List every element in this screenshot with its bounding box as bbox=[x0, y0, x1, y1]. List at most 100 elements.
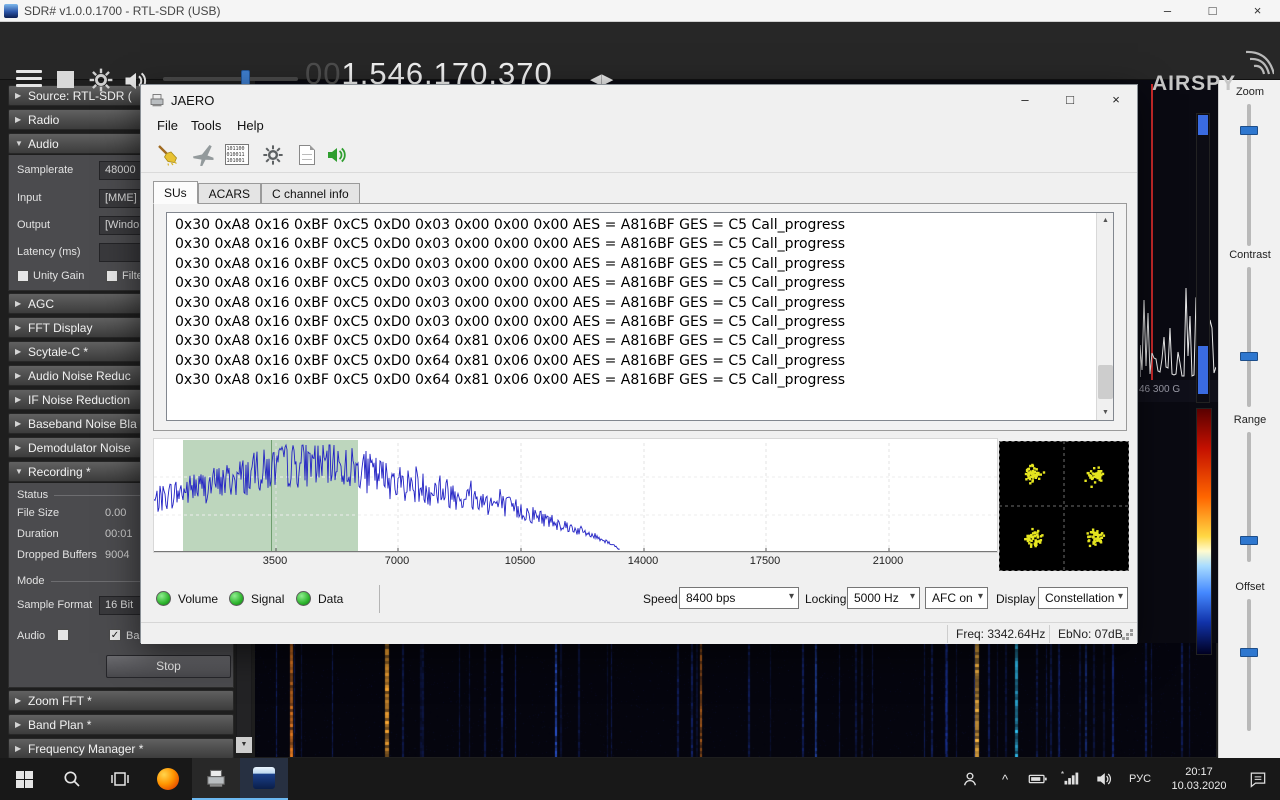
scroll-up-icon[interactable]: ▲ bbox=[1097, 213, 1114, 228]
people-icon bbox=[960, 769, 980, 789]
audio-checkbox[interactable] bbox=[57, 629, 69, 641]
audio-output-button[interactable] bbox=[323, 141, 350, 168]
people-tray-button[interactable] bbox=[952, 758, 988, 800]
speed-select[interactable]: 8400 bps ▾ bbox=[679, 587, 799, 609]
action-center-button[interactable] bbox=[1238, 758, 1278, 800]
axis-tick-label: 7000 bbox=[372, 555, 422, 567]
zoom-slider-thumb[interactable] bbox=[1240, 126, 1258, 135]
display-value: Constellation bbox=[1045, 591, 1114, 605]
unity-gain-checkbox[interactable] bbox=[17, 270, 29, 282]
menu-icon[interactable] bbox=[16, 66, 42, 91]
panel-label: IF Noise Reduction bbox=[28, 393, 130, 407]
spectrum-zoom-bar[interactable] bbox=[1196, 113, 1210, 403]
menu-help[interactable]: Help bbox=[229, 115, 272, 137]
firefox-taskbar-button[interactable] bbox=[144, 758, 192, 800]
scroll-down-icon[interactable]: ▼ bbox=[1097, 405, 1114, 420]
battery-tray-button[interactable] bbox=[1024, 758, 1052, 800]
panel-frequency-manager[interactable]: ▶Frequency Manager * bbox=[8, 738, 234, 759]
jaero-taskbar-button[interactable] bbox=[192, 758, 240, 800]
log-scrollbar-thumb[interactable] bbox=[1098, 365, 1113, 399]
minimize-icon[interactable]: – bbox=[1145, 0, 1190, 21]
log-scrollbar[interactable]: ▲ ▼ bbox=[1096, 213, 1113, 420]
signal-led-label: Signal bbox=[251, 592, 284, 606]
menu-file[interactable]: File bbox=[149, 115, 186, 137]
resize-grip[interactable] bbox=[1130, 637, 1133, 640]
panel-label: Baseband Noise Bla bbox=[28, 417, 137, 431]
contrast-slider[interactable] bbox=[1247, 267, 1251, 407]
tab-acars[interactable]: ACARS bbox=[198, 183, 261, 204]
offset-slider-thumb[interactable] bbox=[1240, 648, 1258, 657]
settings-button[interactable] bbox=[88, 67, 114, 98]
clock-tray[interactable]: 20:17 10.03.2020 bbox=[1160, 758, 1238, 800]
tray-chevron-button[interactable]: ^ bbox=[992, 758, 1018, 800]
panel-band-plan[interactable]: ▶Band Plan * bbox=[8, 714, 234, 735]
chevron-up-icon: ^ bbox=[1002, 772, 1008, 787]
network-tray-button[interactable]: * bbox=[1056, 758, 1084, 800]
close-icon[interactable]: × bbox=[1235, 0, 1280, 21]
contrast-slider-label: Contrast bbox=[1219, 249, 1280, 261]
planes-window-button[interactable] bbox=[189, 141, 216, 168]
desktop: SDR# v1.0.0.1700 - RTL-SDR (USB) – □ × bbox=[0, 0, 1280, 800]
log-line: 0x30 0xA8 0x16 0xBF 0xC5 0xD0 0x03 0x00 … bbox=[175, 256, 1105, 275]
su-log-textarea[interactable]: 0x30 0xA8 0x16 0xBF 0xC5 0xD0 0x03 0x00 … bbox=[166, 212, 1114, 421]
axis-tick-label: 21000 bbox=[863, 555, 913, 567]
contrast-slider-thumb[interactable] bbox=[1240, 352, 1258, 361]
maximize-icon[interactable]: □ bbox=[1190, 0, 1235, 21]
start-button[interactable] bbox=[0, 758, 48, 800]
log-to-file-button[interactable] bbox=[293, 141, 320, 168]
locking-select[interactable]: 5000 Hz ▾ bbox=[847, 587, 920, 609]
stop-button[interactable] bbox=[57, 71, 74, 88]
volume-slider[interactable] bbox=[163, 77, 298, 81]
controls-divider bbox=[379, 585, 380, 613]
range-slider-thumb[interactable] bbox=[1240, 536, 1258, 545]
display-select[interactable]: Constellation ▾ bbox=[1038, 587, 1128, 609]
clear-log-button[interactable] bbox=[154, 141, 181, 168]
filter-audio-checkbox[interactable] bbox=[106, 270, 118, 282]
panel-label: Scytale-C * bbox=[28, 345, 88, 359]
zoom-bar-handle[interactable] bbox=[1198, 115, 1208, 135]
status-ebno: EbNo: 07dB bbox=[1058, 627, 1123, 641]
recording-stop-button[interactable]: Stop bbox=[106, 655, 231, 678]
sdrsharp-titlebar[interactable]: SDR# v1.0.0.1700 - RTL-SDR (USB) – □ × bbox=[0, 0, 1280, 22]
jaero-spectrum[interactable] bbox=[153, 438, 998, 553]
scroll-down-icon[interactable]: ▼ bbox=[236, 737, 252, 753]
menu-tools[interactable]: Tools bbox=[183, 115, 229, 137]
panel-zoom-fft[interactable]: ▶Zoom FFT * bbox=[8, 690, 234, 711]
close-icon[interactable]: × bbox=[1102, 88, 1130, 112]
locking-value: 5000 Hz bbox=[854, 591, 899, 605]
panel-label: Audio Noise Reduc bbox=[28, 369, 131, 383]
waterfall-display[interactable] bbox=[255, 643, 1216, 757]
chevron-right-icon: ▶ bbox=[15, 443, 28, 452]
sdrsharp-taskbar-button[interactable] bbox=[240, 758, 288, 800]
sdrsharp-app-icon bbox=[253, 767, 275, 789]
baseband-checkbox[interactable]: ✓ bbox=[109, 629, 121, 641]
language-indicator[interactable]: РУС bbox=[1122, 758, 1158, 800]
afc-select[interactable]: AFC on ▾ bbox=[925, 587, 988, 609]
volume-tray-button[interactable] bbox=[1090, 758, 1118, 800]
maximize-icon[interactable]: □ bbox=[1056, 88, 1084, 112]
jaero-settings-button[interactable] bbox=[259, 141, 286, 168]
panel-label: Recording * bbox=[28, 465, 91, 479]
binary-output-button[interactable]: 101100 010011 101001 bbox=[223, 141, 250, 168]
language-label: РУС bbox=[1129, 773, 1151, 785]
plane-icon bbox=[191, 143, 215, 167]
chevron-down-icon: ▼ bbox=[15, 139, 28, 148]
volume-led bbox=[156, 591, 171, 606]
panel-label: AGC bbox=[28, 297, 54, 311]
display-controls-column: Zoom Contrast Range Offset bbox=[1218, 80, 1280, 758]
offset-slider[interactable] bbox=[1247, 599, 1251, 731]
jaero-titlebar[interactable]: JAERO – □ × bbox=[141, 85, 1137, 115]
tab-sus[interactable]: SUs bbox=[153, 181, 198, 204]
taskbar-search-button[interactable] bbox=[48, 758, 96, 800]
jaero-window-icon bbox=[149, 92, 165, 108]
jaero-app-icon bbox=[205, 767, 227, 789]
panel-label: Zoom FFT * bbox=[28, 694, 92, 708]
airspy-logo: AIRSPY bbox=[1150, 50, 1274, 101]
task-view-button[interactable] bbox=[96, 758, 144, 800]
locking-label: Locking bbox=[805, 592, 846, 606]
tab-c-channel-info[interactable]: C channel info bbox=[261, 183, 360, 204]
minimize-icon[interactable]: – bbox=[1011, 88, 1039, 112]
chevron-right-icon: ▶ bbox=[15, 347, 28, 356]
document-icon bbox=[299, 145, 315, 165]
zoom-bar-handle[interactable] bbox=[1198, 346, 1208, 394]
